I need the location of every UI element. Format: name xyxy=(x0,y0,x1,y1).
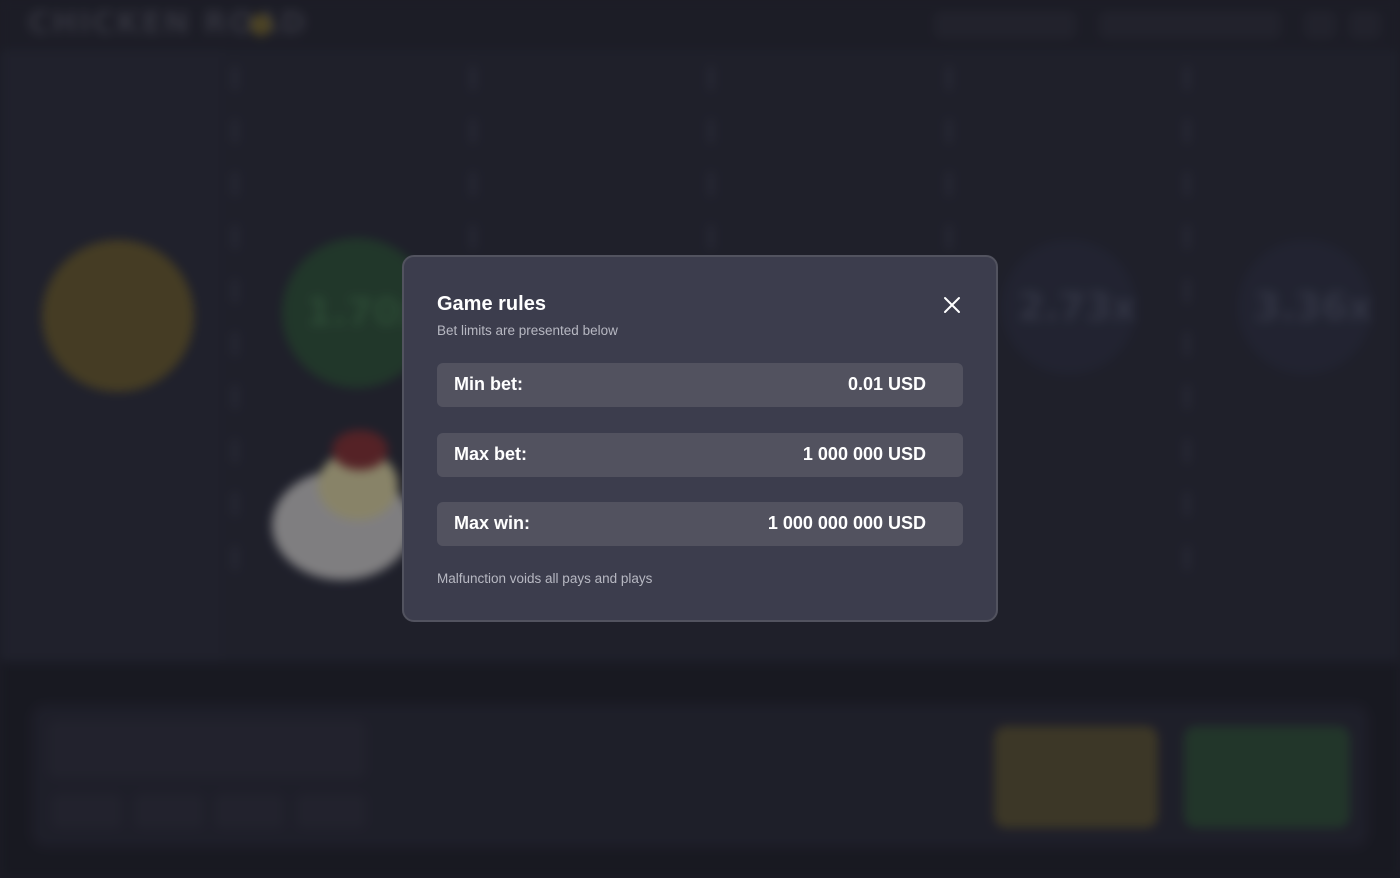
row-label: Max bet: xyxy=(454,444,528,464)
row-value: 1 000 000 USD xyxy=(802,444,926,464)
malfunction-note: Malfunction voids all pays and plays xyxy=(437,571,653,586)
modal-subtitle: Bet limits are presented below xyxy=(437,323,618,338)
game-rules-modal: Game rules Bet limits are presented belo… xyxy=(402,255,998,622)
modal-title: Game rules xyxy=(437,293,546,315)
row-value: 0.01 USD xyxy=(847,374,926,394)
close-icon[interactable] xyxy=(940,293,964,317)
min-bet-row: Min bet: 0.01 USD xyxy=(437,363,963,407)
row-label: Max win: xyxy=(454,513,531,533)
max-win-row: Max win: 1 000 000 000 USD xyxy=(437,502,963,546)
row-label: Min bet: xyxy=(454,374,523,394)
row-value: 1 000 000 000 USD xyxy=(767,513,926,533)
max-bet-row: Max bet: 1 000 000 USD xyxy=(437,433,963,477)
